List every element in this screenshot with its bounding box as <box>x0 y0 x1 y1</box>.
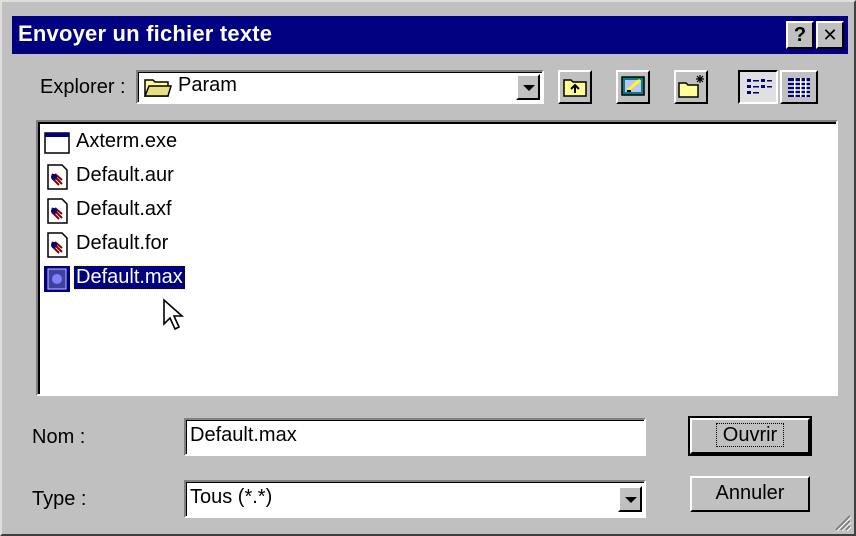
desktop-button[interactable] <box>616 70 650 104</box>
file-dialog: Envoyer un fichier texte ? ✕ Explorer : … <box>0 0 856 536</box>
new-folder-button[interactable] <box>674 70 708 104</box>
folder-icon <box>144 79 172 97</box>
title-bar[interactable]: Envoyer un fichier texte ? ✕ <box>12 16 848 54</box>
document-icon <box>47 198 68 224</box>
max-file-icon <box>44 266 70 292</box>
details-view-button[interactable] <box>780 70 818 104</box>
close-button[interactable]: ✕ <box>816 21 844 49</box>
filename-label: Nom : <box>32 426 86 448</box>
list-view-icon <box>747 79 772 94</box>
new-folder-icon <box>678 75 704 98</box>
filetype-value: Tous (*.*) <box>190 486 273 508</box>
file-name: Default.aur <box>76 164 174 186</box>
filename-value: Default.max <box>190 424 297 446</box>
file-name: Axterm.exe <box>76 130 178 152</box>
lookin-combo[interactable]: Param <box>136 70 544 104</box>
mouse-cursor-icon <box>163 298 185 331</box>
filetype-label: Type : <box>32 488 87 510</box>
up-folder-button[interactable] <box>558 70 592 104</box>
list-view-button[interactable] <box>738 70 778 104</box>
file-name: Default.axf <box>76 198 172 220</box>
lookin-label: Explorer : <box>40 76 126 98</box>
file-list[interactable]: Axterm.exe Default.aur Default.axf Defau… <box>36 120 838 396</box>
open-button[interactable]: Ouvrir <box>688 416 812 456</box>
cancel-button-label: Annuler <box>715 482 785 504</box>
resize-grip-icon[interactable] <box>830 510 852 532</box>
document-icon <box>47 232 68 258</box>
document-icon <box>47 164 68 190</box>
open-button-label: Ouvrir <box>715 423 785 447</box>
up-folder-icon <box>563 79 587 97</box>
filename-field[interactable]: Default.max <box>184 418 646 456</box>
filetype-combo[interactable]: Tous (*.*) <box>184 480 646 518</box>
lookin-value: Param <box>178 74 237 96</box>
desktop-icon <box>621 76 645 96</box>
file-name: Default.max <box>73 265 186 290</box>
lookin-dropdown-button[interactable] <box>516 74 540 100</box>
help-button[interactable]: ? <box>786 21 814 49</box>
details-view-icon <box>788 78 810 97</box>
application-icon <box>44 132 70 154</box>
filetype-dropdown-button[interactable] <box>618 486 642 512</box>
file-name: Default.for <box>76 232 169 254</box>
window-title: Envoyer un fichier texte <box>18 21 273 46</box>
cancel-button[interactable]: Annuler <box>690 476 810 512</box>
